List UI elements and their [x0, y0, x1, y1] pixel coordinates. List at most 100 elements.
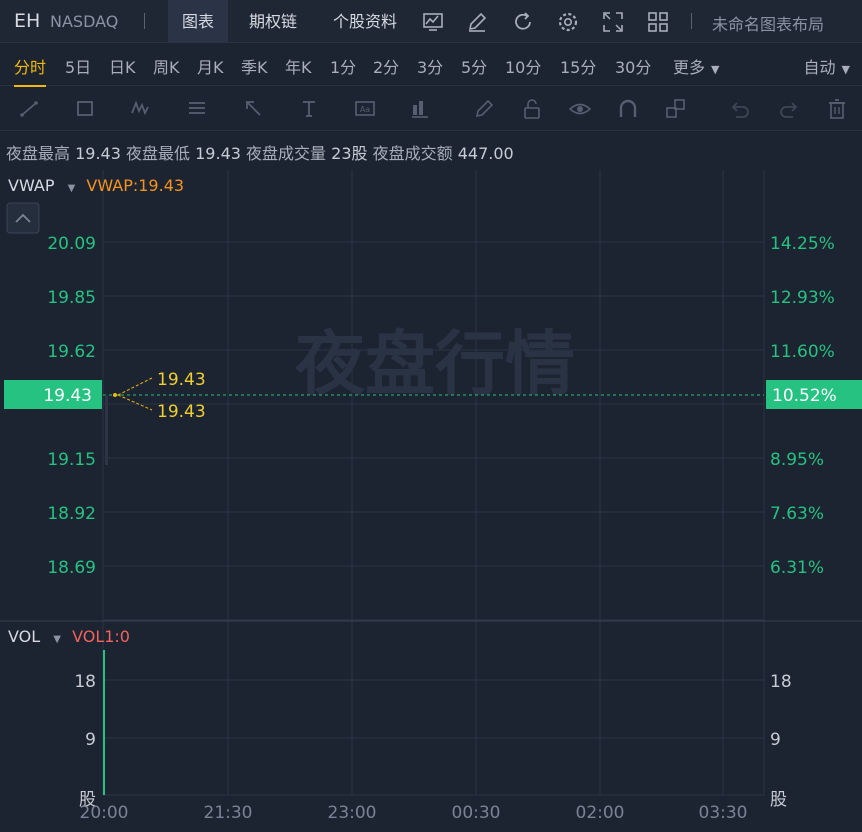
- period-5m[interactable]: 5分: [461, 54, 487, 78]
- period-daily[interactable]: 日K: [109, 54, 136, 78]
- right-volume-tick: 9: [770, 730, 781, 750]
- trash-icon[interactable]: [825, 97, 849, 121]
- scale-mode-label: 自动: [803, 58, 836, 77]
- vwap-indicator-value: VWAP:19.43: [86, 176, 185, 195]
- note-tool-icon[interactable]: Aa: [354, 97, 378, 121]
- period-2m[interactable]: 2分: [373, 54, 399, 78]
- x-axis-tick: 02:00: [576, 803, 625, 823]
- fibonacci-tool-icon[interactable]: [186, 97, 210, 121]
- fullscreen-icon[interactable]: [601, 10, 625, 34]
- high-label: 夜盘最高: [6, 144, 71, 163]
- right-pct-tick: 7.63%: [770, 504, 824, 524]
- x-axis-tick: 03:30: [699, 803, 748, 823]
- chart-area[interactable]: 夜盘行情 20.09 19.85 19.62 19.15 18.92 18.69…: [0, 170, 862, 832]
- eye-icon[interactable]: [568, 97, 592, 121]
- period-yearly[interactable]: 年K: [285, 54, 312, 78]
- period-15m[interactable]: 15分: [560, 54, 596, 78]
- refresh-icon[interactable]: [511, 10, 535, 34]
- watermark-text: 夜盘行情: [294, 323, 575, 405]
- vol-indicator-name: VOL: [8, 627, 41, 646]
- period-more[interactable]: 更多 ▼: [673, 54, 719, 78]
- callout-leader: [117, 377, 153, 396]
- arrow-tool-icon[interactable]: [242, 97, 266, 121]
- lock-icon[interactable]: [520, 97, 544, 121]
- x-axis-tick: 23:00: [328, 803, 377, 823]
- magnet-icon[interactable]: [616, 97, 640, 121]
- layout-name[interactable]: 未命名图表布局: [712, 11, 824, 35]
- left-volume-tick: 18: [74, 672, 96, 692]
- left-price-tick: 19.85: [47, 288, 96, 308]
- rectangle-tool-icon[interactable]: [74, 97, 98, 121]
- right-volume-tick: 18: [770, 672, 792, 692]
- period-bar: 分时 5日 日K 周K 月K 季K 年K 1分 2分 3分 5分 10分 15分…: [0, 44, 862, 87]
- high-callout: 19.43: [157, 370, 206, 390]
- group-icon[interactable]: [664, 97, 688, 121]
- night-session-summary: 夜盘最高 19.43 夜盘最低 19.43 夜盘成交量 23股 夜盘成交额 44…: [6, 140, 514, 164]
- right-pct-tick: 14.25%: [770, 234, 835, 254]
- trend-line-icon[interactable]: [18, 97, 42, 121]
- volume-bar: [103, 650, 105, 795]
- price-point: [113, 393, 117, 397]
- period-1m[interactable]: 1分: [330, 54, 356, 78]
- svg-text:Aa: Aa: [360, 105, 370, 114]
- divider: [144, 13, 145, 29]
- symbol-code[interactable]: EH: [14, 10, 40, 32]
- indicators-icon[interactable]: [421, 10, 445, 34]
- settings-gear-icon[interactable]: [556, 10, 580, 34]
- period-10m[interactable]: 10分: [505, 54, 541, 78]
- period-3m[interactable]: 3分: [417, 54, 443, 78]
- caret-down-icon: ▼: [53, 634, 61, 645]
- current-price-value: 19.43: [43, 386, 92, 406]
- right-pct-tick: 8.95%: [770, 450, 824, 470]
- period-more-label: 更多: [673, 58, 706, 77]
- right-pct-tick: 6.31%: [770, 558, 824, 578]
- x-axis-tick: 21:30: [204, 803, 253, 823]
- right-volume-unit: 股: [770, 790, 787, 810]
- left-price-tick: 18.69: [47, 558, 96, 578]
- vwap-legend[interactable]: VWAP ▼ VWAP:19.43: [8, 176, 184, 195]
- caret-down-icon: ▼: [841, 63, 850, 76]
- text-tool-icon[interactable]: [298, 97, 322, 121]
- x-axis-tick: 00:30: [452, 803, 501, 823]
- undo-icon[interactable]: [728, 97, 752, 121]
- callout-leader: [117, 394, 153, 411]
- top-bar: EH NASDAQ 图表 期权链 个股资料 未命名图表布局: [0, 0, 862, 43]
- period-30m[interactable]: 30分: [615, 54, 651, 78]
- amount-label: 夜盘成交额: [372, 144, 453, 163]
- tab-options-chain[interactable]: 期权链: [235, 0, 311, 43]
- right-pct-tick: 11.60%: [770, 342, 835, 362]
- divider: [691, 13, 692, 29]
- x-axis-tick: 20:00: [80, 803, 129, 823]
- left-price-tick: 18.92: [47, 504, 96, 524]
- chart-svg[interactable]: 夜盘行情 20.09 19.85 19.62 19.15 18.92 18.69…: [0, 170, 862, 832]
- caret-down-icon: ▼: [67, 183, 76, 194]
- period-5d[interactable]: 5日: [65, 54, 91, 78]
- low-callout: 19.43: [157, 402, 206, 422]
- period-monthly[interactable]: 月K: [197, 54, 224, 78]
- left-volume-tick: 9: [85, 730, 96, 750]
- low-label: 夜盘最低: [126, 144, 191, 163]
- period-intraday[interactable]: 分时: [14, 54, 47, 87]
- vol-legend[interactable]: VOL ▼ VOL1:0: [8, 627, 130, 646]
- draw-pen-icon[interactable]: [465, 10, 489, 34]
- pattern-tool-icon[interactable]: [130, 97, 154, 121]
- amount-value: 447.00: [457, 144, 514, 163]
- scale-mode-dropdown[interactable]: 自动 ▼: [804, 54, 850, 78]
- collapse-button[interactable]: [6, 202, 40, 234]
- brush-icon[interactable]: [472, 97, 496, 121]
- high-value: 19.43: [75, 144, 121, 163]
- low-value: 19.43: [195, 144, 241, 163]
- grid-layout-icon[interactable]: [646, 10, 670, 34]
- right-pct-tick: 12.93%: [770, 288, 835, 308]
- tab-company-profile[interactable]: 个股资料: [319, 0, 411, 43]
- left-price-tick: 19.62: [47, 342, 96, 362]
- left-price-tick: 19.15: [47, 450, 96, 470]
- redo-icon[interactable]: [777, 97, 801, 121]
- tab-chart[interactable]: 图表: [168, 0, 229, 43]
- drawing-toolbar: Aa: [0, 87, 862, 131]
- vwap-indicator-name: VWAP: [8, 176, 55, 195]
- bar-measure-icon[interactable]: [409, 97, 433, 121]
- period-quarterly[interactable]: 季K: [241, 54, 268, 78]
- period-weekly[interactable]: 周K: [153, 54, 180, 78]
- caret-down-icon: ▼: [711, 63, 720, 76]
